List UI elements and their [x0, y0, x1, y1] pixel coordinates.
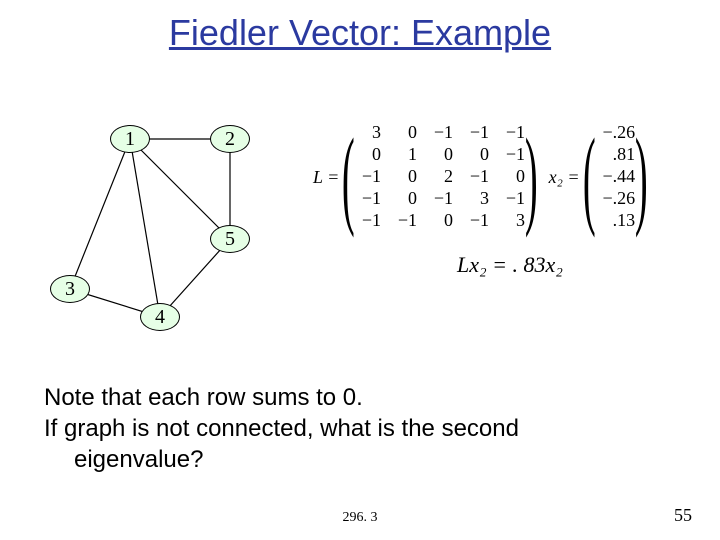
notes-text: Note that each row sums to 0. If graph i…	[44, 382, 684, 476]
note-line-1: Note that each row sums to 0.	[44, 382, 684, 413]
bracket-icon: (	[342, 122, 355, 232]
graph-node-4: 4	[140, 303, 180, 331]
bracket-icon: )	[525, 122, 538, 232]
math-block: L = ( 30−1−1−1 0100−1 −102−10 −10−13−1 −…	[310, 122, 710, 278]
graph-node-1: 1	[110, 125, 150, 153]
fiedler-vector: −.26 .81 −.44 −.26 .13	[595, 122, 635, 232]
graph-diagram: 1 2 3 4 5	[30, 105, 300, 335]
note-line-2: If graph is not connected, what is the s…	[44, 413, 684, 444]
bracket-icon: )	[635, 122, 648, 232]
graph-node-3: 3	[50, 275, 90, 303]
laplacian-matrix: 30−1−1−1 0100−1 −102−10 −10−13−1 −1−10−1…	[355, 122, 525, 232]
vector-label: x₂ =	[549, 167, 580, 188]
slide-title: Fiedler Vector: Example	[0, 12, 720, 54]
graph-node-5: 5	[210, 225, 250, 253]
footer-page-number: 55	[674, 505, 692, 526]
footer-course: 296. 3	[0, 510, 720, 526]
matrix-label: L =	[313, 167, 339, 188]
bracket-icon: (	[582, 122, 595, 232]
graph-node-2: 2	[210, 125, 250, 153]
eigen-equation: Lx₂ = . 83x₂	[310, 252, 710, 278]
note-line-3: eigenvalue?	[44, 444, 684, 475]
